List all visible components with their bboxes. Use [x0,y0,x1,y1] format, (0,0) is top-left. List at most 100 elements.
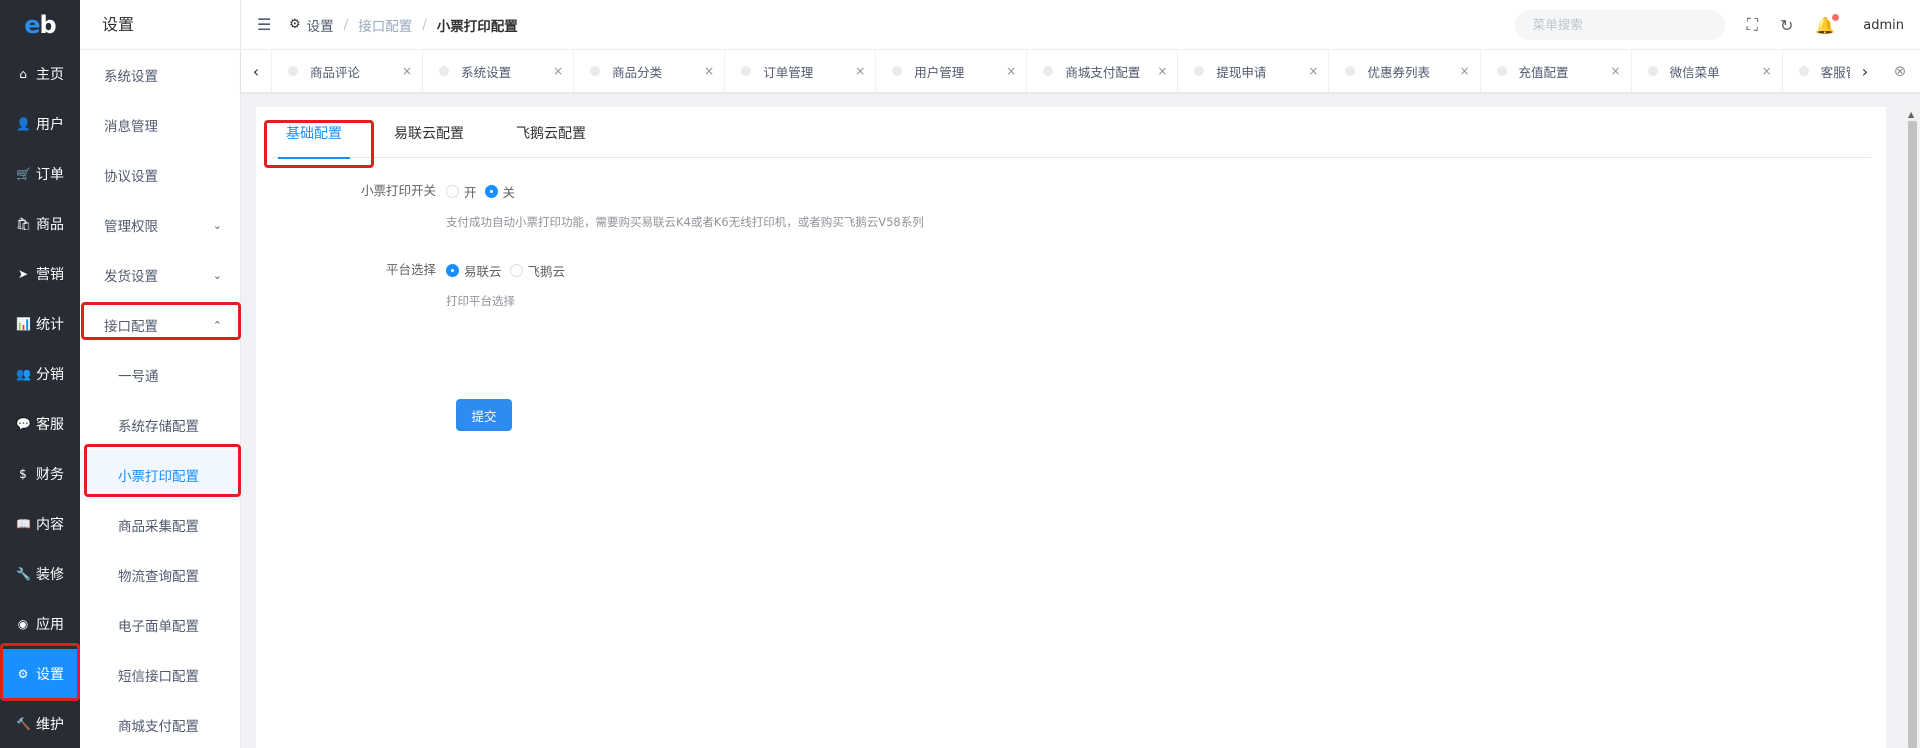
tab-1[interactable]: 系统设置 × [422,50,573,92]
secondary-nav-item-13[interactable]: 商城支付配置 [80,700,240,748]
print-switch-hint: 支付成功自动小票打印功能，需要购买易联云K4或者K6无线打印机，或者购买飞鹅云V… [446,215,924,229]
secondary-nav-item-6[interactable]: 一号通 [80,350,240,400]
print-switch-on-radio[interactable]: 开 [446,182,477,201]
tab-8[interactable]: 充值配置 × [1479,50,1631,92]
nav-icon: 🔨 [16,717,31,731]
tab-3[interactable]: 订单管理 × [724,50,875,92]
vertical-scrollbar[interactable]: ▲ [1905,107,1920,748]
secondary-nav-label: 系统存储配置 [118,419,199,435]
secondary-nav-item-0[interactable]: 系统设置 [80,50,240,100]
platform-yilianyun-radio[interactable]: 易联云 [446,261,502,280]
close-icon[interactable]: × [402,64,412,78]
radio-circle [446,184,459,198]
secondary-sidebar: 设置 系统设置 消息管理 协议设置 管理权限 ⌄ 发货设置 ⌄ 接口配置 ⌃ 一号通 系统存储配置小… [80,0,241,748]
print-switch-off-radio[interactable]: 关 [484,182,515,201]
primary-nav-item-1[interactable]: 👤 用户 [0,99,80,149]
app-logo[interactable]: eb [0,0,80,50]
secondary-nav-label: 一号通 [118,369,159,385]
fullscreen-icon[interactable]: ⛶ [1747,15,1758,35]
secondary-nav-item-4[interactable]: 发货设置 ⌄ [80,250,240,300]
secondary-nav-item-9[interactable]: 商品采集配置 [80,500,240,550]
print-switch-row: 小票打印开关 开 关 支付成功自动小票打印功能，需要购买易联云K4或者K6无线打… [256,182,1156,230]
secondary-nav-item-2[interactable]: 协议设置 [80,150,240,200]
primary-nav-item-11[interactable]: ◉ 应用 [0,599,80,649]
close-icon[interactable]: × [1762,64,1772,78]
radio-circle-checked [484,184,498,198]
close-icon[interactable]: × [1006,64,1016,78]
refresh-icon[interactable]: ↻ [1780,16,1793,35]
nav-icon: $ [19,467,27,481]
close-icon[interactable]: × [1459,64,1469,78]
primary-nav-item-7[interactable]: 💬 客服 [0,399,80,449]
secondary-nav-item-7[interactable]: 系统存储配置 [80,400,240,450]
secondary-nav-label: 接口配置 [104,319,158,335]
tab-bar: ‹ 商品评论 × 系统设置 × 商品分类 × 订单管理 × 用户管理 × 商城支付配置 × 提现申请 × 优… [241,50,1920,92]
menu-search-input[interactable] [1514,10,1725,40]
secondary-nav-item-3[interactable]: 管理权限 ⌄ [80,200,240,250]
tab-2[interactable]: 商品分类 × [573,50,724,92]
primary-nav-label: 客服 [36,417,64,433]
nav-icon: 👥 [16,367,31,381]
secondary-nav-item-12[interactable]: 短信接口配置 [80,650,240,700]
primary-nav-item-9[interactable]: 📖 内容 [0,499,80,549]
tab-feieyun-config[interactable]: 飞鹅云配置 [501,107,601,158]
nav-icon: ⚙ [17,667,29,681]
primary-nav-item-2[interactable]: 🛒 订单 [0,149,80,199]
platform-feieyun-radio[interactable]: 飞鹅云 [509,261,565,280]
close-icon[interactable]: × [553,64,563,78]
primary-nav-item-8[interactable]: $ 财务 [0,449,80,499]
primary-nav-item-3[interactable]: 🛍 商品 [0,199,80,249]
close-icon[interactable]: × [1611,64,1621,78]
tab-list: 商品评论 × 系统设置 × 商品分类 × 订单管理 × 用户管理 × 商城支付配置 × 提现申请 × 优惠券… [271,50,1850,92]
close-icon[interactable]: × [1157,64,1167,78]
primary-nav-item-0[interactable]: ⌂ 主页 [0,49,80,99]
primary-nav-item-10[interactable]: 🔧 装修 [0,549,80,599]
scroll-up-icon[interactable]: ▲ [1908,110,1914,119]
secondary-nav-item-10[interactable]: 物流查询配置 [80,550,240,600]
close-all-tabs-icon[interactable]: ⊗ [1880,62,1920,80]
tab-6[interactable]: 提现申请 × [1177,50,1328,92]
secondary-nav-item-1[interactable]: 消息管理 [80,100,240,150]
tab-basic-config[interactable]: 基础配置 [271,107,357,159]
user-menu[interactable]: admin [1863,18,1904,33]
secondary-nav-item-5[interactable]: 接口配置 ⌃ [80,300,240,350]
tab-status-dot [1647,66,1658,76]
tab-10[interactable]: 客服管理× [1781,50,1850,92]
tab-4[interactable]: 用户管理 × [875,50,1026,92]
tab-label: 客服管理 [1820,64,1850,80]
primary-nav-item-13[interactable]: 🔨 维护 [0,699,80,748]
close-icon[interactable]: × [855,64,865,78]
platform-row: 平台选择 易联云 飞鹅云 打印平台选择 [256,261,1156,309]
nav-icon: 📖 [16,517,31,531]
menu-fold-icon[interactable]: ☰ [257,15,279,34]
tab-0[interactable]: 商品评论 × [271,50,422,92]
secondary-nav-item-11[interactable]: 电子面单配置 [80,600,240,650]
tab-5[interactable]: 商城支付配置 × [1026,50,1177,92]
primary-nav-item-5[interactable]: 📊 统计 [0,299,80,349]
bell-icon[interactable]: 🔔 [1815,13,1840,35]
tab-7[interactable]: 优惠券列表 × [1328,50,1479,92]
tab-status-dot [1345,66,1356,76]
breadcrumb-item-interface[interactable]: 接口配置 [358,15,412,35]
close-icon[interactable]: × [704,64,714,78]
primary-nav-item-4[interactable]: ➤ 营销 [0,249,80,299]
primary-nav-item-12[interactable]: ⚙ 设置 [0,649,80,699]
tab-label: 商品分类 [612,64,663,80]
tab-yilianyun-config[interactable]: 易联云配置 [379,107,479,158]
tab-status-dot [741,66,752,76]
platform-label: 平台选择 [385,262,436,277]
tab-scroll-left-icon[interactable]: ‹ [241,62,271,81]
close-icon[interactable]: × [1308,64,1318,78]
tab-scroll-right-icon[interactable]: › [1850,62,1880,81]
nav-icon: 📊 [16,317,31,331]
nav-icon: ⌂ [19,67,27,81]
tab-9[interactable]: 微信菜单 × [1630,50,1782,92]
secondary-nav-item-8[interactable]: 小票打印配置 [80,450,240,500]
nav-icon: 🛒 [16,167,31,181]
breadcrumb-item-settings[interactable]: 设置 [307,15,334,35]
submit-button[interactable]: 提交 [456,399,512,431]
radio-circle [509,263,523,277]
primary-nav-label: 营销 [36,267,64,283]
primary-nav-item-6[interactable]: 👥 分销 [0,349,80,399]
scrollbar-thumb[interactable] [1908,121,1917,748]
